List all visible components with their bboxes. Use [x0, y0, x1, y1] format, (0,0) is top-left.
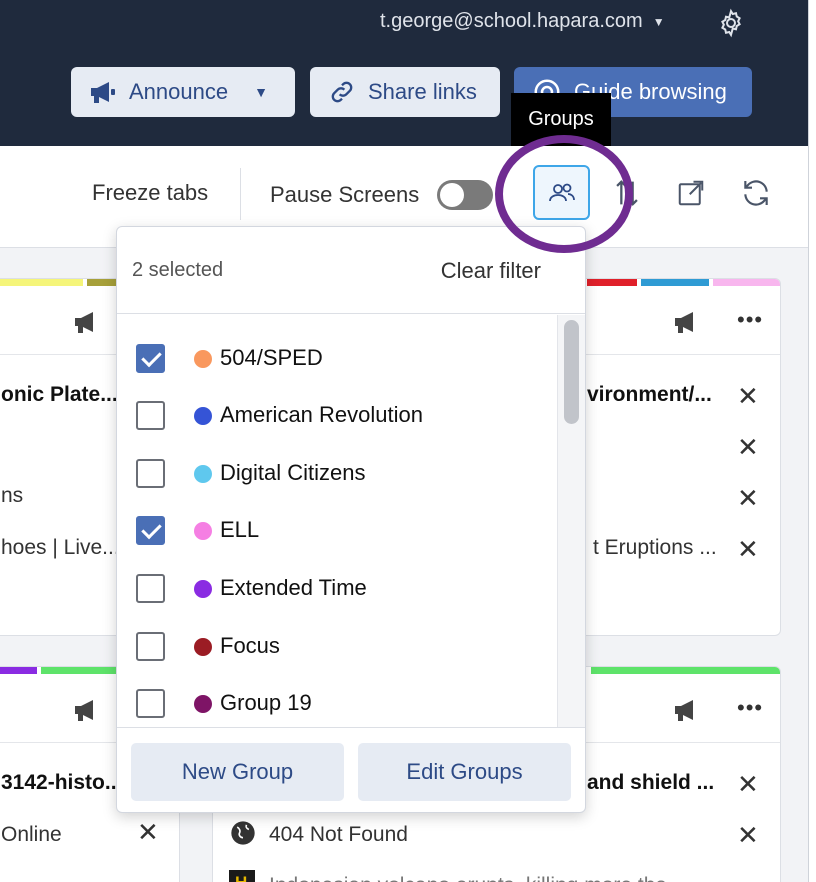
- group-checkbox[interactable]: [136, 632, 165, 661]
- refresh-icon[interactable]: [739, 176, 773, 210]
- open-external-icon[interactable]: [674, 176, 708, 210]
- more-options-icon[interactable]: •••: [737, 695, 763, 721]
- caret-down-icon: ▼: [254, 84, 268, 100]
- tab-title[interactable]: and shield ...: [587, 771, 714, 795]
- globe-icon: [231, 821, 255, 845]
- toolbar-divider: [240, 168, 241, 220]
- group-checkbox[interactable]: [136, 344, 165, 373]
- group-label: ELL: [220, 517, 260, 542]
- tab-title[interactable]: ns: [1, 484, 23, 508]
- toggle-knob: [440, 183, 464, 207]
- share-links-label: Share links: [368, 79, 477, 104]
- group-item-group-19[interactable]: Group 19: [117, 674, 557, 727]
- groups-button[interactable]: [533, 165, 590, 220]
- site-favicon: H: [229, 870, 255, 882]
- tab-title[interactable]: Online: [1, 823, 62, 847]
- scrollbar-thumb[interactable]: [564, 320, 579, 424]
- close-tab-icon[interactable]: ✕: [137, 817, 159, 848]
- group-item-504-sped[interactable]: 504/SPED: [117, 329, 557, 386]
- megaphone-icon: [91, 82, 115, 103]
- group-item-ell[interactable]: ELL: [117, 501, 557, 558]
- tab-title[interactable]: 3142-histo...: [1, 771, 122, 795]
- group-color-dot: [194, 695, 212, 713]
- group-color-dot: [194, 350, 212, 368]
- groups-tooltip: Groups: [511, 93, 611, 146]
- clear-filter-button[interactable]: Clear filter: [441, 258, 541, 284]
- freeze-tabs-button[interactable]: Freeze tabs: [92, 180, 208, 206]
- group-color-dot: [194, 580, 212, 598]
- announce-label: Announce: [129, 79, 229, 104]
- close-tab-icon[interactable]: ✕: [737, 381, 759, 412]
- group-checkbox[interactable]: [136, 574, 165, 603]
- new-group-button[interactable]: New Group: [131, 743, 344, 801]
- edit-groups-button[interactable]: Edit Groups: [358, 743, 571, 801]
- share-links-button[interactable]: Share links: [310, 67, 500, 117]
- groups-dropdown: 2 selected Clear filter 504/SPED America…: [116, 226, 586, 813]
- tab-title[interactable]: hoes | Live...: [1, 536, 120, 560]
- pause-screens-label: Pause Screens: [270, 182, 420, 207]
- close-tab-icon[interactable]: ✕: [737, 820, 759, 851]
- close-tab-icon[interactable]: ✕: [737, 534, 759, 565]
- megaphone-icon[interactable]: [673, 310, 701, 334]
- group-label: 504/SPED: [220, 345, 323, 370]
- group-label: Digital Citizens: [220, 460, 366, 485]
- tab-title[interactable]: vironment/...: [587, 383, 712, 407]
- megaphone-icon[interactable]: [73, 310, 101, 334]
- close-tab-icon[interactable]: ✕: [737, 432, 759, 463]
- group-color-dot: [194, 465, 212, 483]
- selected-count: 2 selected: [132, 259, 224, 281]
- group-item-extended-time[interactable]: Extended Time: [117, 559, 557, 616]
- more-options-icon[interactable]: •••: [737, 307, 763, 333]
- group-label: Extended Time: [220, 575, 367, 600]
- close-tab-icon[interactable]: ✕: [737, 769, 759, 800]
- pause-screens-toggle[interactable]: [437, 180, 493, 210]
- account-menu[interactable]: t.george@school.hapara.com ▼: [380, 10, 665, 33]
- group-color-dot: [194, 522, 212, 540]
- people-icon: [548, 183, 575, 201]
- gear-icon[interactable]: [716, 8, 746, 38]
- group-item-digital-citizens[interactable]: Digital Citizens: [117, 444, 557, 501]
- link-icon: [331, 81, 353, 103]
- group-checkbox[interactable]: [136, 459, 165, 488]
- caret-down-icon: ▼: [652, 14, 665, 29]
- group-label: American Revolution: [220, 402, 423, 427]
- tab-title[interactable]: 404 Not Found: [269, 823, 408, 847]
- megaphone-icon[interactable]: [673, 698, 701, 722]
- group-item-focus[interactable]: Focus: [117, 617, 557, 674]
- group-color-dot: [194, 638, 212, 656]
- group-checkbox[interactable]: [136, 401, 165, 430]
- top-header: t.george@school.hapara.com ▼ Announce ▼ …: [0, 0, 808, 146]
- window-edge: [808, 0, 816, 882]
- tab-title[interactable]: onic Plate...: [1, 383, 118, 407]
- sort-icon[interactable]: [610, 176, 644, 210]
- group-checkbox[interactable]: [136, 689, 165, 718]
- announce-button[interactable]: Announce ▼: [71, 67, 295, 117]
- group-checkbox[interactable]: [136, 516, 165, 545]
- tab-title[interactable]: Indonesian volcano erupts, killing more …: [269, 874, 685, 882]
- close-tab-icon[interactable]: ✕: [737, 483, 759, 514]
- group-label: Focus: [220, 633, 280, 658]
- account-email: t.george@school.hapara.com: [380, 10, 643, 32]
- group-color-dot: [194, 407, 212, 425]
- dropdown-footer: New Group Edit Groups: [117, 727, 585, 812]
- megaphone-icon[interactable]: [73, 698, 101, 722]
- group-item-american-revolution[interactable]: American Revolution: [117, 386, 557, 443]
- dropdown-header: 2 selected Clear filter: [117, 227, 585, 314]
- group-label: Group 19: [220, 690, 312, 715]
- tab-title[interactable]: t Eruptions ...: [593, 536, 717, 560]
- groups-list: 504/SPED American Revolution Digital Cit…: [117, 315, 557, 727]
